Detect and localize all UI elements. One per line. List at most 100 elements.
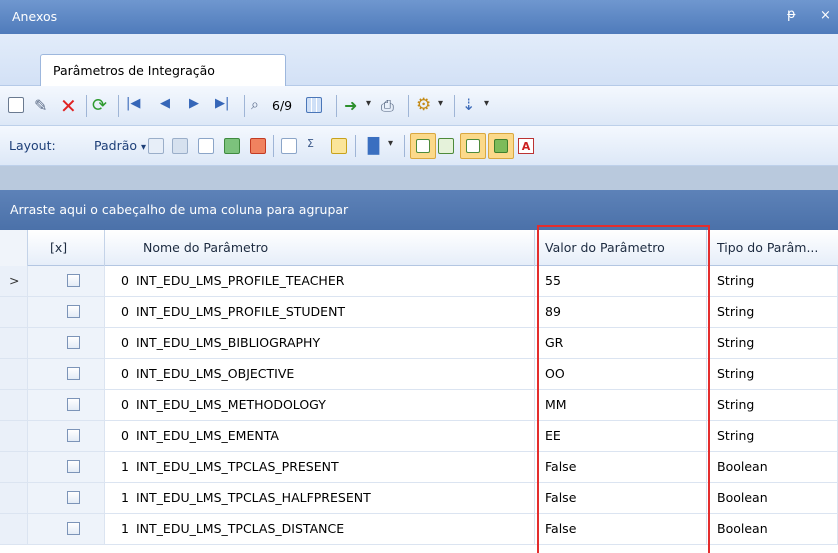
type-cell[interactable]: String <box>707 421 838 452</box>
value-cell[interactable]: EE <box>535 421 707 452</box>
table-row[interactable]: 1 INT_EDU_LMS_TPCLAS_HALFPRESENT False Bool… <box>0 483 838 514</box>
load-layout-icon[interactable] <box>172 138 188 154</box>
value-cell[interactable]: 55 <box>535 266 707 297</box>
row-checkbox[interactable] <box>67 367 80 380</box>
chart-icon[interactable]: ▐▌ <box>362 137 385 155</box>
row-indicator-cell[interactable] <box>0 328 28 359</box>
name-cell[interactable]: 1 INT_EDU_LMS_TPCLAS_DISTANCE <box>105 514 535 545</box>
row-indicator-cell[interactable] <box>0 483 28 514</box>
delete-record-icon[interactable]: ✕ <box>60 94 77 118</box>
parameter-value: OO <box>545 366 565 381</box>
table-row[interactable]: 0 INT_EDU_LMS_BIBLIOGRAPHY GR String <box>0 328 838 359</box>
footer-toggle-icon[interactable] <box>438 138 454 154</box>
name-cell[interactable]: 1 INT_EDU_LMS_TPCLAS_PRESENT <box>105 452 535 483</box>
table-row[interactable]: 0 INT_EDU_LMS_OBJECTIVE OO String <box>0 359 838 390</box>
next-record-icon[interactable]: ▶ <box>189 96 199 111</box>
name-cell[interactable]: 0 INT_EDU_LMS_METHODOLOGY <box>105 390 535 421</box>
name-cell[interactable]: 0 INT_EDU_LMS_PROFILE_TEACHER <box>105 266 535 297</box>
type-cell[interactable]: String <box>707 328 838 359</box>
process-icon[interactable]: ➜ <box>344 96 357 115</box>
group-by-drop-area[interactable]: Arraste aqui o cabeçalho de uma coluna p… <box>0 190 838 230</box>
value-cell[interactable]: False <box>535 452 707 483</box>
row-indicator-cell[interactable] <box>0 421 28 452</box>
calendar-grid-icon[interactable] <box>306 97 322 113</box>
name-cell[interactable]: 1 INT_EDU_LMS_TPCLAS_HALFPRESENT <box>105 483 535 514</box>
edit-record-icon[interactable]: ✎ <box>34 96 47 115</box>
chevron-down-icon[interactable]: ▾ <box>484 98 489 109</box>
find-icon[interactable]: ⌕ <box>251 97 259 113</box>
print-icon[interactable]: ⎙ <box>381 96 394 116</box>
column-header-type[interactable]: Tipo do Parâm... <box>707 230 838 266</box>
row-indicator-cell[interactable]: > <box>0 266 28 297</box>
table-row[interactable]: 0 INT_EDU_LMS_EMENTA EE String <box>0 421 838 452</box>
row-indicator-cell[interactable] <box>0 452 28 483</box>
tab-label: Parâmetros de Integração <box>53 63 215 78</box>
type-cell[interactable]: String <box>707 297 838 328</box>
column-header-value[interactable]: Valor do Parâmetro <box>535 230 707 266</box>
auto-filter-toggle[interactable] <box>460 133 486 159</box>
table-row[interactable]: >0 INT_EDU_LMS_PROFILE_TEACHER 55 String <box>0 266 838 297</box>
value-cell[interactable]: OO <box>535 359 707 390</box>
export-layout-icon[interactable] <box>250 138 266 154</box>
close-icon[interactable]: × <box>820 8 831 23</box>
font-icon[interactable]: A <box>518 138 534 154</box>
row-checkbox[interactable] <box>67 305 80 318</box>
refresh-icon[interactable]: ⟳ <box>92 95 107 116</box>
previous-record-icon[interactable]: ◀ <box>160 96 170 111</box>
row-indicator-cell[interactable] <box>0 390 28 421</box>
type-cell[interactable]: String <box>707 359 838 390</box>
row-indicator-cell[interactable] <box>0 359 28 390</box>
column-header-name[interactable]: Nome do Parâmetro <box>105 230 535 266</box>
name-cell[interactable]: 0 INT_EDU_LMS_BIBLIOGRAPHY <box>105 328 535 359</box>
tab-parametros-integracao[interactable]: Parâmetros de Integração <box>40 54 286 87</box>
value-cell[interactable]: MM <box>535 390 707 421</box>
chevron-down-icon[interactable]: ▾ <box>388 138 393 149</box>
import-layout-icon[interactable] <box>224 138 240 154</box>
row-checkbox[interactable] <box>67 491 80 504</box>
new-record-icon[interactable] <box>8 97 24 113</box>
row-checkbox[interactable] <box>67 336 80 349</box>
row-checkbox[interactable] <box>67 460 80 473</box>
group-by-icon[interactable] <box>281 138 297 154</box>
type-cell[interactable]: String <box>707 266 838 297</box>
group-by-hint: Arraste aqui o cabeçalho de uma coluna p… <box>10 202 349 217</box>
pin-icon[interactable]: ᵽ <box>787 7 796 22</box>
value-cell[interactable]: False <box>535 483 707 514</box>
filter-icon[interactable]: ⇣ <box>462 95 475 114</box>
table-row[interactable]: 1 INT_EDU_LMS_TPCLAS_DISTANCE False Boolean <box>0 514 838 545</box>
table-row[interactable]: 0 INT_EDU_LMS_METHODOLOGY MM String <box>0 390 838 421</box>
parameter-type: String <box>717 397 755 412</box>
row-checkbox[interactable] <box>67 429 80 442</box>
save-layout-icon[interactable] <box>148 138 164 154</box>
value-cell[interactable]: False <box>535 514 707 545</box>
settings-gear-icon[interactable]: ⚙ <box>416 95 431 115</box>
name-cell[interactable]: 0 INT_EDU_LMS_PROFILE_STUDENT <box>105 297 535 328</box>
type-cell[interactable]: Boolean <box>707 514 838 545</box>
table-row[interactable]: 0 INT_EDU_LMS_PROFILE_STUDENT 89 String <box>0 297 838 328</box>
first-record-icon[interactable]: |◀ <box>126 96 140 111</box>
value-cell[interactable]: GR <box>535 328 707 359</box>
chevron-down-icon[interactable]: ▾ <box>438 98 443 109</box>
name-cell[interactable]: 0 INT_EDU_LMS_EMENTA <box>105 421 535 452</box>
row-indicator-cell[interactable] <box>0 514 28 545</box>
value-cell[interactable]: 89 <box>535 297 707 328</box>
preview-toggle[interactable] <box>488 133 514 159</box>
last-record-icon[interactable]: ▶| <box>215 96 229 111</box>
type-cell[interactable]: Boolean <box>707 483 838 514</box>
column-header-select[interactable]: [x] <box>28 230 105 266</box>
parameter-type: String <box>717 304 755 319</box>
type-cell[interactable]: String <box>707 390 838 421</box>
table-row[interactable]: 1 INT_EDU_LMS_TPCLAS_PRESENT False Boolean <box>0 452 838 483</box>
chevron-down-icon[interactable]: ▾ <box>366 98 371 109</box>
row-checkbox[interactable] <box>67 398 80 411</box>
layout-preset-dropdown[interactable]: Padrão ▾ <box>94 138 146 153</box>
row-indicator-cell[interactable] <box>0 297 28 328</box>
sum-icon[interactable]: Σ <box>307 137 314 150</box>
row-checkbox[interactable] <box>67 522 80 535</box>
group-panel-toggle[interactable] <box>410 133 436 159</box>
row-checkbox[interactable] <box>67 274 80 287</box>
name-cell[interactable]: 0 INT_EDU_LMS_OBJECTIVE <box>105 359 535 390</box>
columns-icon[interactable] <box>198 138 214 154</box>
type-cell[interactable]: Boolean <box>707 452 838 483</box>
highlight-icon[interactable] <box>331 138 347 154</box>
